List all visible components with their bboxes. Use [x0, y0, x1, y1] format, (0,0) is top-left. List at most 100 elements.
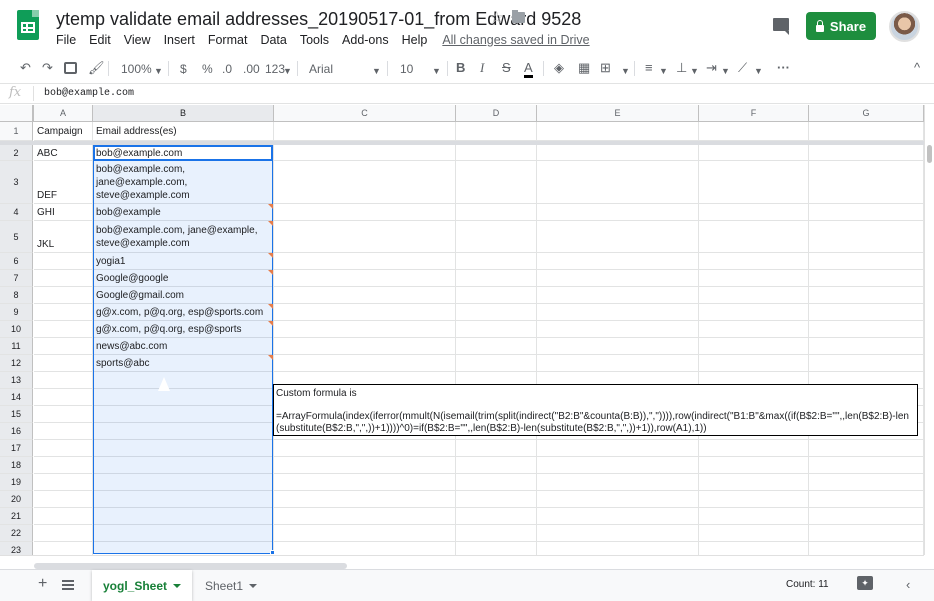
- cell-b3[interactable]: bob@example.com, jane@example.com, steve…: [93, 161, 274, 204]
- menu-format[interactable]: Format: [208, 33, 248, 47]
- row-header-3[interactable]: 3: [0, 161, 33, 204]
- folder-icon[interactable]: [512, 10, 525, 23]
- row-header-21[interactable]: 21: [0, 508, 33, 525]
- row-header-19[interactable]: 19: [0, 474, 33, 491]
- font-size-caret-icon[interactable]: ▼: [432, 64, 441, 78]
- column-header-d[interactable]: D: [456, 105, 537, 122]
- add-sheet-button[interactable]: +: [38, 575, 47, 593]
- invalid-data-marker[interactable]: [268, 221, 273, 226]
- cell-b1[interactable]: Email address(es): [93, 122, 274, 141]
- menu-view[interactable]: View: [124, 33, 151, 47]
- zoom-select[interactable]: 100%: [121, 62, 152, 76]
- avatar[interactable]: [889, 11, 920, 42]
- undo-icon[interactable]: ↶: [20, 61, 31, 75]
- row-header-1[interactable]: 1: [0, 122, 33, 141]
- text-color-button[interactable]: A: [524, 61, 533, 78]
- menu-addons[interactable]: Add-ons: [342, 33, 389, 47]
- print-icon[interactable]: [64, 62, 77, 74]
- cell-a4[interactable]: GHI: [34, 204, 93, 221]
- decrease-decimal-button[interactable]: .0: [222, 62, 232, 76]
- fill-color-icon[interactable]: ◈: [554, 61, 564, 75]
- formula-input[interactable]: bob@example.com: [44, 88, 134, 99]
- row-header-13[interactable]: 13: [0, 372, 33, 389]
- cell-b9[interactable]: g@x.com, p@q.org, esp@sports.com: [93, 304, 274, 321]
- chevron-down-icon[interactable]: [173, 583, 182, 588]
- chevron-down-icon[interactable]: [249, 583, 258, 588]
- halign-caret-icon[interactable]: ▼: [659, 64, 668, 78]
- italic-button[interactable]: I: [480, 61, 484, 75]
- rotation-caret-icon[interactable]: ▼: [754, 64, 763, 78]
- comment-history-icon[interactable]: [773, 18, 789, 35]
- invalid-data-marker[interactable]: [268, 204, 273, 209]
- row-header-10[interactable]: 10: [0, 321, 33, 338]
- column-header-c[interactable]: C: [274, 105, 456, 122]
- redo-icon[interactable]: ↷: [42, 61, 53, 75]
- vertical-align-icon[interactable]: ⊥: [676, 61, 687, 75]
- cell-b7[interactable]: Google@google: [93, 270, 274, 287]
- vertical-scrollbar[interactable]: [924, 105, 934, 555]
- font-size-select[interactable]: 10: [400, 62, 413, 76]
- paint-format-icon[interactable]: 🖌: [88, 61, 105, 75]
- font-select[interactable]: Arial: [309, 62, 333, 76]
- invalid-data-marker[interactable]: [268, 304, 273, 309]
- row-header-4[interactable]: 4: [0, 204, 33, 221]
- valign-caret-icon[interactable]: ▼: [690, 64, 699, 78]
- column-header-g[interactable]: G: [809, 105, 924, 122]
- all-sheets-menu-icon[interactable]: [62, 580, 74, 590]
- formats-caret-icon[interactable]: ▼: [283, 64, 292, 78]
- row-header-2[interactable]: 2: [0, 145, 33, 161]
- row-header-16[interactable]: 16: [0, 423, 33, 440]
- menu-insert[interactable]: Insert: [164, 33, 195, 47]
- row-header-23[interactable]: 23: [0, 542, 33, 555]
- menu-help[interactable]: Help: [402, 33, 428, 47]
- row-header-12[interactable]: 12: [0, 355, 33, 372]
- invalid-data-marker[interactable]: [268, 355, 273, 360]
- text-wrapping-icon[interactable]: ⇥: [706, 61, 717, 75]
- cell-b2[interactable]: bob@example.com: [93, 145, 274, 161]
- wrap-caret-icon[interactable]: ▼: [721, 64, 730, 78]
- cell-a3[interactable]: DEF: [34, 161, 93, 204]
- saved-status-link[interactable]: All changes saved in Drive: [442, 33, 589, 47]
- cell-b10[interactable]: g@x.com, p@q.org, esp@sports: [93, 321, 274, 338]
- cell-a1[interactable]: Campaign: [34, 122, 93, 141]
- row-header-8[interactable]: 8: [0, 287, 33, 304]
- invalid-data-marker[interactable]: [268, 253, 273, 258]
- cell-b5[interactable]: bob@example.com, jane@example, steve@exa…: [93, 221, 274, 253]
- cell-b4[interactable]: bob@example: [93, 204, 274, 221]
- row-header-20[interactable]: 20: [0, 491, 33, 508]
- selection-count[interactable]: Count: 11: [786, 579, 829, 590]
- menu-file[interactable]: File: [56, 33, 76, 47]
- select-all-corner[interactable]: [0, 105, 34, 122]
- cell-a5[interactable]: JKL: [34, 221, 93, 253]
- zoom-caret-icon[interactable]: ▼: [154, 64, 163, 78]
- percent-button[interactable]: %: [202, 62, 213, 76]
- cell-a2[interactable]: ABC: [34, 145, 93, 161]
- row-header-5[interactable]: 5: [0, 221, 33, 253]
- row-header-22[interactable]: 22: [0, 525, 33, 542]
- more-options-button[interactable]: ···: [777, 61, 790, 75]
- cell-b8[interactable]: Google@gmail.com: [93, 287, 274, 304]
- spreadsheet-grid[interactable]: A B C D E F G 1 2 3 4 5 6 7 8 9 10 11 12 13 14 15 16 17 1…: [0, 105, 924, 555]
- strikethrough-button[interactable]: S: [502, 61, 511, 75]
- collapse-menu-icon[interactable]: ^: [914, 61, 920, 75]
- column-header-f[interactable]: F: [699, 105, 809, 122]
- cell-b12[interactable]: sports@abc: [93, 355, 274, 372]
- sheet-tab-sheet1[interactable]: Sheet1: [195, 570, 267, 601]
- cell-b11[interactable]: news@abc.com: [93, 338, 274, 355]
- column-header-b[interactable]: B: [93, 105, 274, 122]
- menu-tools[interactable]: Tools: [300, 33, 329, 47]
- merge-cells-icon[interactable]: ⊞: [600, 61, 611, 75]
- row-header-11[interactable]: 11: [0, 338, 33, 355]
- currency-button[interactable]: $: [180, 62, 187, 76]
- menu-edit[interactable]: Edit: [89, 33, 111, 47]
- borders-icon[interactable]: ▦: [578, 61, 590, 75]
- horizontal-align-icon[interactable]: ≡: [645, 61, 653, 75]
- vertical-scroll-thumb[interactable]: [927, 145, 932, 163]
- sheet-tab-yogl-sheet[interactable]: yogl_Sheet: [92, 570, 192, 601]
- font-caret-icon[interactable]: ▼: [372, 64, 381, 78]
- share-button[interactable]: Share: [806, 12, 876, 40]
- row-header-7[interactable]: 7: [0, 270, 33, 287]
- increase-decimal-button[interactable]: .00: [243, 62, 260, 76]
- row-header-9[interactable]: 9: [0, 304, 33, 321]
- cell-b6[interactable]: yogia1: [93, 253, 274, 270]
